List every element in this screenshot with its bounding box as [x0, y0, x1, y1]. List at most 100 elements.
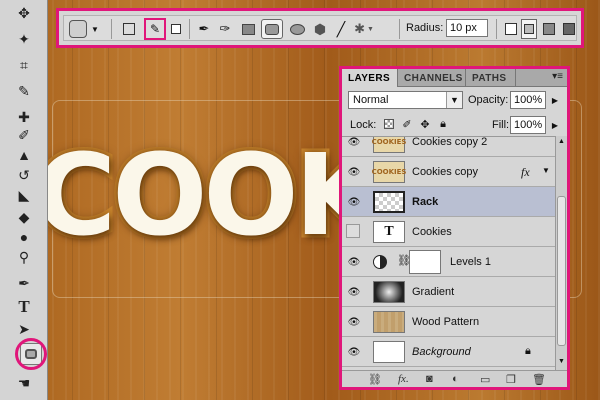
- dodge-icon[interactable]: ⚲: [13, 246, 35, 268]
- custom-shape-tool-icon[interactable]: ✱ ▼: [353, 19, 375, 39]
- shape-layers-mode-icon[interactable]: [121, 19, 137, 39]
- layer-mask-thumbnail: [409, 250, 441, 274]
- hand-icon[interactable]: ☚: [13, 372, 35, 394]
- tab-channels[interactable]: CHANNELS: [398, 69, 466, 87]
- paths-mode-highlight: [144, 18, 166, 40]
- layer-row-gradient[interactable]: 👁︎ Gradient: [342, 277, 555, 307]
- eye-icon[interactable]: 👁︎: [346, 284, 362, 300]
- new-layer-icon[interactable]: ❐: [506, 373, 516, 386]
- eye-icon[interactable]: 👁︎: [346, 164, 362, 180]
- clone-stamp-icon[interactable]: ▲: [13, 144, 35, 166]
- pen-icon[interactable]: ✒: [13, 272, 35, 294]
- add-mask-icon[interactable]: ◙: [426, 373, 433, 385]
- new-shape-layer-icon[interactable]: [503, 19, 519, 39]
- magic-wand-icon[interactable]: ✦: [13, 28, 35, 50]
- fill-pixels-mode-icon[interactable]: [169, 19, 183, 39]
- link-layers-icon[interactable]: ⛓︎: [368, 373, 382, 386]
- blur-icon[interactable]: ●: [13, 226, 35, 248]
- square-outline-icon: [123, 23, 135, 35]
- ellipse-glyph: [289, 23, 305, 35]
- fx-icon[interactable]: fx.: [398, 373, 409, 385]
- brush-icon[interactable]: ✐: [13, 124, 35, 146]
- crop-icon[interactable]: ⌗: [13, 54, 35, 76]
- lock-transparent-icon[interactable]: [382, 117, 396, 131]
- eye-icon[interactable]: 👁︎: [346, 137, 362, 150]
- freeform-pen-icon[interactable]: ✑: [217, 19, 233, 39]
- ellipse-tool-icon[interactable]: [288, 19, 306, 39]
- layer-row-levels-1[interactable]: 👁︎ ⛓︎ Levels 1: [342, 247, 555, 277]
- separator: [189, 19, 190, 39]
- lock-image-icon[interactable]: ✐: [400, 117, 414, 131]
- layer-thumbnail: [373, 311, 405, 333]
- layer-name: Levels 1: [450, 256, 491, 268]
- layer-name: Rack: [412, 196, 439, 208]
- subtract-shape-area-icon[interactable]: [541, 19, 557, 39]
- type-tool-icon[interactable]: T: [13, 296, 35, 318]
- layers-scrollbar[interactable]: ▲ ▼: [555, 136, 567, 370]
- eraser-icon[interactable]: ◣: [13, 184, 35, 206]
- layer-name: Background: [412, 346, 471, 358]
- fx-icon[interactable]: fx: [521, 165, 530, 180]
- lock-all-icon[interactable]: 🔒︎: [436, 117, 450, 131]
- chevron-down-icon[interactable]: ▼: [542, 166, 550, 175]
- rounded-rectangle-option-icon[interactable]: [261, 19, 283, 39]
- scroll-down-icon[interactable]: ▼: [558, 358, 565, 365]
- separator: [496, 19, 497, 39]
- square-icon: [563, 23, 575, 35]
- line-tool-icon[interactable]: ╱: [333, 19, 349, 39]
- paint-bucket-icon[interactable]: ◆: [13, 206, 35, 228]
- fill-square-icon: [171, 24, 181, 34]
- separator: [111, 19, 112, 39]
- rounded-rect-glyph: [265, 23, 279, 35]
- eye-icon[interactable]: 👁︎: [346, 344, 362, 360]
- tool-preset-picker[interactable]: ▼: [68, 19, 100, 39]
- fill-input[interactable]: 100%: [510, 116, 546, 134]
- lock-position-icon[interactable]: ✥: [418, 117, 432, 131]
- eye-icon[interactable]: 👁︎: [346, 194, 362, 210]
- layer-thumbnail: [373, 281, 405, 303]
- intersect-shape-area-icon[interactable]: [561, 19, 577, 39]
- eyedropper-icon[interactable]: ✎: [13, 80, 35, 102]
- add-to-shape-area-icon[interactable]: [521, 19, 537, 39]
- layer-row-background[interactable]: 👁︎ Background 🔒︎: [342, 337, 555, 367]
- history-brush-icon[interactable]: ↺: [13, 164, 35, 186]
- layer-thumbnail: COOKIES: [372, 137, 406, 153]
- path-selection-icon[interactable]: ➤: [13, 318, 35, 340]
- rect-glyph: [241, 23, 255, 35]
- chevron-down-icon: ▼: [366, 25, 374, 33]
- eye-icon[interactable]: 👁︎: [346, 314, 362, 330]
- layer-name: Wood Pattern: [412, 316, 480, 328]
- tab-layers[interactable]: LAYERS: [342, 69, 398, 87]
- layer-name: Cookies copy 2: [412, 136, 488, 148]
- panel-menu-icon[interactable]: ▾≡: [552, 71, 563, 82]
- fill-slider-arrow-icon[interactable]: ▶: [548, 116, 562, 134]
- eye-icon[interactable]: 👁︎: [346, 254, 362, 270]
- layer-row-cookies-copy[interactable]: 👁︎ COOKIES Cookies copy fx ▼: [342, 157, 555, 187]
- layer-thumbnail: T: [373, 221, 405, 243]
- tool-highlight-ring: [15, 338, 47, 370]
- options-bar: ▼ ✎ ✒ ✑ ⬢ ╱ ✱ ▼ Radius: 10 px: [56, 8, 584, 48]
- polygon-tool-icon[interactable]: ⬢: [311, 19, 329, 39]
- trash-icon[interactable]: 🗑︎: [532, 373, 546, 386]
- scroll-up-icon[interactable]: ▲: [558, 138, 565, 145]
- move-tool-icon[interactable]: ✥: [13, 2, 35, 24]
- adjustment-layer-icon[interactable]: ◐: [452, 373, 459, 385]
- group-folder-icon[interactable]: ▭: [480, 373, 490, 386]
- layer-row-cookies[interactable]: T Cookies: [342, 217, 555, 247]
- visibility-off-box[interactable]: [346, 224, 360, 238]
- pen-tool-icon[interactable]: ✒: [196, 19, 212, 39]
- opacity-input[interactable]: 100%: [510, 91, 546, 109]
- layer-row-cookies-copy-2[interactable]: 👁︎ COOKIES Cookies copy 2: [342, 136, 555, 157]
- opacity-slider-arrow-icon[interactable]: ▶: [548, 91, 562, 109]
- radius-input[interactable]: 10 px: [446, 19, 488, 37]
- rectangle-tool-icon[interactable]: [240, 19, 256, 39]
- toolbox: ✥ ✦ ⌗ ✎ ✚ ✐ ▲ ↺ ◣ ◆ ● ⚲ ✒ T ➤ ☚: [0, 0, 48, 400]
- tab-paths[interactable]: PATHS: [466, 69, 516, 87]
- square-icon: [524, 24, 534, 34]
- chevron-down-icon[interactable]: ▼: [446, 92, 462, 108]
- lock-icon: 🔒︎: [525, 345, 531, 357]
- scrollbar-thumb[interactable]: [557, 196, 566, 346]
- square-icon: [505, 23, 517, 35]
- layer-row-wood-pattern[interactable]: 👁︎ Wood Pattern: [342, 307, 555, 337]
- layer-row-rack[interactable]: 👁︎ Rack: [342, 187, 555, 217]
